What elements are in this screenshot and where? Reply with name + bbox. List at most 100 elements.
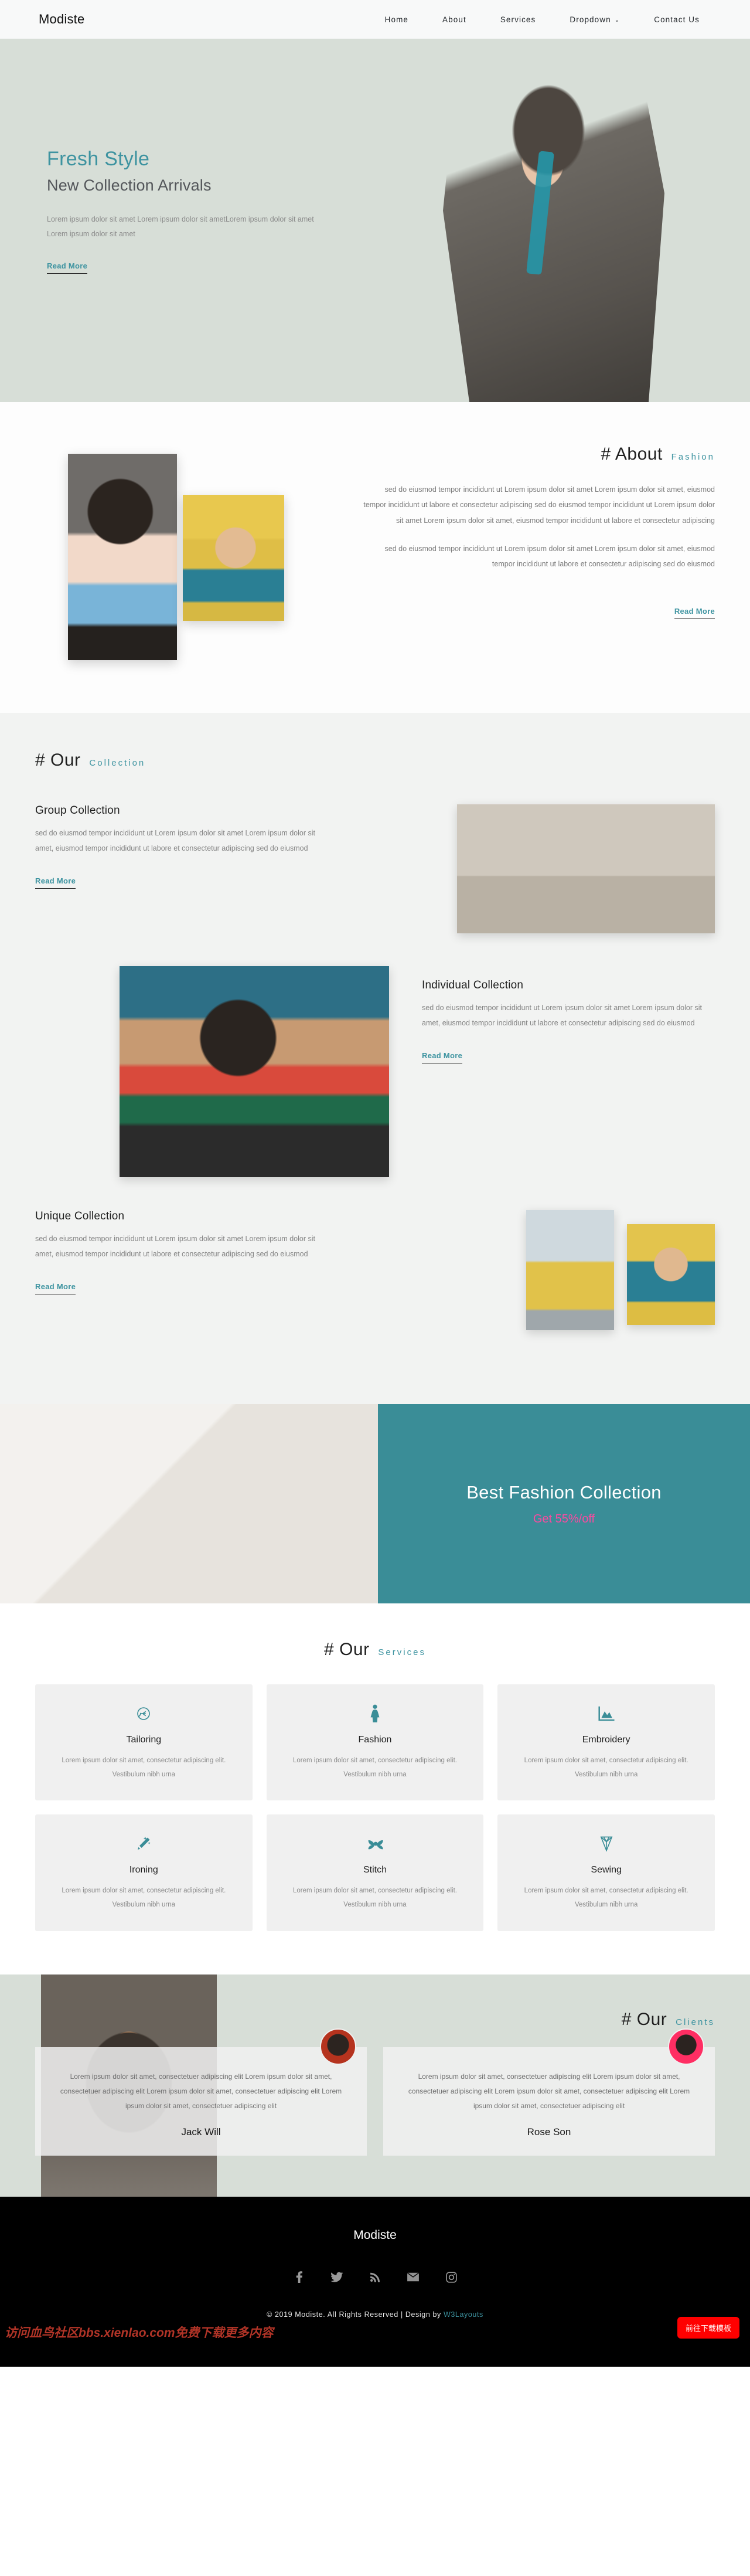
unique-collection-photo-1 — [526, 1210, 614, 1330]
collection-heading-accent: Collection — [89, 758, 146, 768]
hero-section: Fresh Style New Collection Arrivals Lore… — [0, 39, 750, 402]
collection-read-more-button-unique[interactable]: Read More — [35, 1282, 76, 1294]
clients-heading: # Our Clients — [35, 2010, 715, 2030]
twitter-icon[interactable] — [330, 2271, 343, 2283]
collection-item-title: Individual Collection — [422, 979, 524, 991]
copyright-text: © 2019 Modiste. All Rights Reserved | De… — [0, 2310, 750, 2319]
collection-heading-main: Our — [50, 750, 81, 770]
testimonial-card: Lorem ipsum dolor sit amet, consectetuer… — [383, 2028, 715, 2156]
magic-wand-icon — [50, 1832, 237, 1855]
collection-section: # Our Collection Group Collection sed do… — [0, 713, 750, 1404]
promo-banner-photo — [0, 1404, 378, 1603]
watermark-text: 访问血鸟社区bbs.xienlao.com免费下载更多内容 — [5, 2326, 274, 2340]
copyright-prefix: © 2019 Modiste. All Rights Reserved | De… — [267, 2310, 444, 2319]
service-name: Tailoring — [126, 1735, 162, 1745]
about-heading-accent: Fashion — [671, 452, 715, 462]
clients-section: # Our Clients Lorem ipsum dolor sit amet… — [0, 1974, 750, 2197]
nav-item-dropdown[interactable]: Dropdown ⌄ — [570, 15, 620, 24]
nav-label: Contact Us — [654, 15, 700, 24]
promo-banner-title: Best Fashion Collection — [466, 1481, 662, 1503]
hash-symbol: # — [601, 444, 611, 464]
hash-symbol: # — [324, 1640, 335, 1659]
site-footer: Modiste © 2019 Modiste. All Rights Reser… — [0, 2197, 750, 2367]
individual-collection-photo — [120, 966, 389, 1177]
collection-block-group: Group Collection sed do eiusmod tempor i… — [35, 804, 715, 933]
hero-model-photo — [443, 54, 664, 402]
service-description: Lorem ipsum dolor sit amet, consectetur … — [293, 1887, 457, 1909]
hash-symbol: # — [35, 750, 46, 770]
hero-title: Fresh Style — [47, 148, 150, 170]
testimonial-card: Lorem ipsum dolor sit amet, consectetuer… — [35, 2028, 367, 2156]
nav-label: Services — [500, 15, 536, 24]
promo-banner: Best Fashion Collection Get 55%/off — [0, 1404, 750, 1603]
woman-icon — [282, 1702, 469, 1725]
testimonial-text: Lorem ipsum dolor sit amet, consectetuer… — [408, 2072, 690, 2110]
testimonial-list: Lorem ipsum dolor sit amet, consectetuer… — [35, 2028, 715, 2156]
collection-heading: # Our Collection — [35, 750, 715, 770]
collection-item-text: sed do eiusmod tempor incididunt ut Lore… — [422, 1004, 702, 1028]
services-grid: Tailoring Lorem ipsum dolor sit amet, co… — [35, 1684, 715, 1931]
embroidery-icon — [513, 1702, 700, 1725]
ribbon-icon — [282, 1832, 469, 1855]
tailoring-icon — [50, 1702, 237, 1725]
site-logo[interactable]: Modiste — [39, 12, 84, 27]
nav-label: Dropdown — [570, 15, 611, 24]
services-heading-main: Our — [339, 1640, 370, 1659]
avatar — [320, 2028, 356, 2065]
service-name: Stitch — [363, 1865, 387, 1875]
service-description: Lorem ipsum dolor sit amet, consectetur … — [293, 1757, 457, 1779]
collection-item-title: Group Collection — [35, 804, 120, 817]
about-photo-1 — [68, 454, 177, 660]
service-name: Ironing — [129, 1865, 158, 1875]
instagram-icon[interactable] — [445, 2271, 458, 2283]
footer-logo[interactable]: Modiste — [0, 2228, 750, 2242]
about-section: # About Fashion sed do eiusmod tempor in… — [0, 402, 750, 713]
collection-block-individual: Individual Collection sed do eiusmod tem… — [35, 966, 715, 1177]
social-links — [0, 2271, 750, 2283]
promo-banner-discount: Get 55%/off — [533, 1512, 595, 1525]
unique-collection-photo-2 — [627, 1224, 715, 1325]
designer-link[interactable]: W3Layouts — [444, 2310, 483, 2319]
hero-description: Lorem ipsum dolor sit amet Lorem ipsum d… — [47, 215, 314, 238]
about-heading-main: About — [615, 444, 663, 464]
hero-read-more-button[interactable]: Read More — [47, 261, 88, 274]
email-icon[interactable] — [407, 2271, 420, 2283]
service-card[interactable]: Stitch Lorem ipsum dolor sit amet, conse… — [266, 1814, 484, 1931]
hero-content: Fresh Style New Collection Arrivals Lore… — [0, 39, 328, 274]
testimonial-author: Jack Will — [181, 2126, 221, 2138]
download-template-button[interactable]: 前往下载模板 — [677, 2317, 739, 2339]
collection-item-title: Unique Collection — [35, 1210, 125, 1222]
service-name: Fashion — [358, 1735, 392, 1745]
service-card[interactable]: Embroidery Lorem ipsum dolor sit amet, c… — [497, 1684, 715, 1801]
about-paragraph-1: sed do eiusmod tempor incididunt ut Lore… — [363, 485, 715, 525]
collection-read-more-button-group[interactable]: Read More — [35, 876, 76, 889]
nav-item-about[interactable]: About — [442, 15, 466, 24]
group-collection-photo — [457, 804, 715, 933]
service-description: Lorem ipsum dolor sit amet, consectetur … — [524, 1757, 688, 1779]
rss-icon[interactable] — [369, 2271, 381, 2283]
service-card[interactable]: Ironing Lorem ipsum dolor sit amet, cons… — [35, 1814, 253, 1931]
collection-read-more-button-individual[interactable]: Read More — [422, 1051, 463, 1063]
services-section: # Our Services Tailoring Lorem ipsum dol… — [0, 1603, 750, 1975]
nav-item-home[interactable]: Home — [385, 15, 408, 24]
diamond-icon — [513, 1832, 700, 1855]
clients-heading-main: Our — [636, 2009, 667, 2029]
service-description: Lorem ipsum dolor sit amet, consectetur … — [62, 1887, 226, 1909]
facebook-icon[interactable] — [293, 2271, 305, 2283]
service-card[interactable]: Fashion Lorem ipsum dolor sit amet, cons… — [266, 1684, 484, 1801]
service-description: Lorem ipsum dolor sit amet, consectetur … — [62, 1757, 226, 1779]
about-photo-2 — [183, 495, 284, 621]
collection-item-text: sed do eiusmod tempor incididunt ut Lore… — [35, 1235, 315, 1259]
collection-block-unique: Unique Collection sed do eiusmod tempor … — [35, 1210, 715, 1330]
about-read-more-button[interactable]: Read More — [674, 607, 715, 620]
about-heading: # About Fashion — [363, 444, 715, 464]
nav-item-services[interactable]: Services — [500, 15, 536, 24]
service-card[interactable]: Tailoring Lorem ipsum dolor sit amet, co… — [35, 1684, 253, 1801]
service-name: Sewing — [591, 1865, 622, 1875]
nav-label: About — [442, 15, 466, 24]
nav-item-contact-us[interactable]: Contact Us — [654, 15, 700, 24]
promo-banner-box: Best Fashion Collection Get 55%/off — [378, 1404, 750, 1603]
service-card[interactable]: Sewing Lorem ipsum dolor sit amet, conse… — [497, 1814, 715, 1931]
collection-item-text: sed do eiusmod tempor incididunt ut Lore… — [35, 829, 315, 853]
services-heading-accent: Services — [378, 1647, 426, 1657]
